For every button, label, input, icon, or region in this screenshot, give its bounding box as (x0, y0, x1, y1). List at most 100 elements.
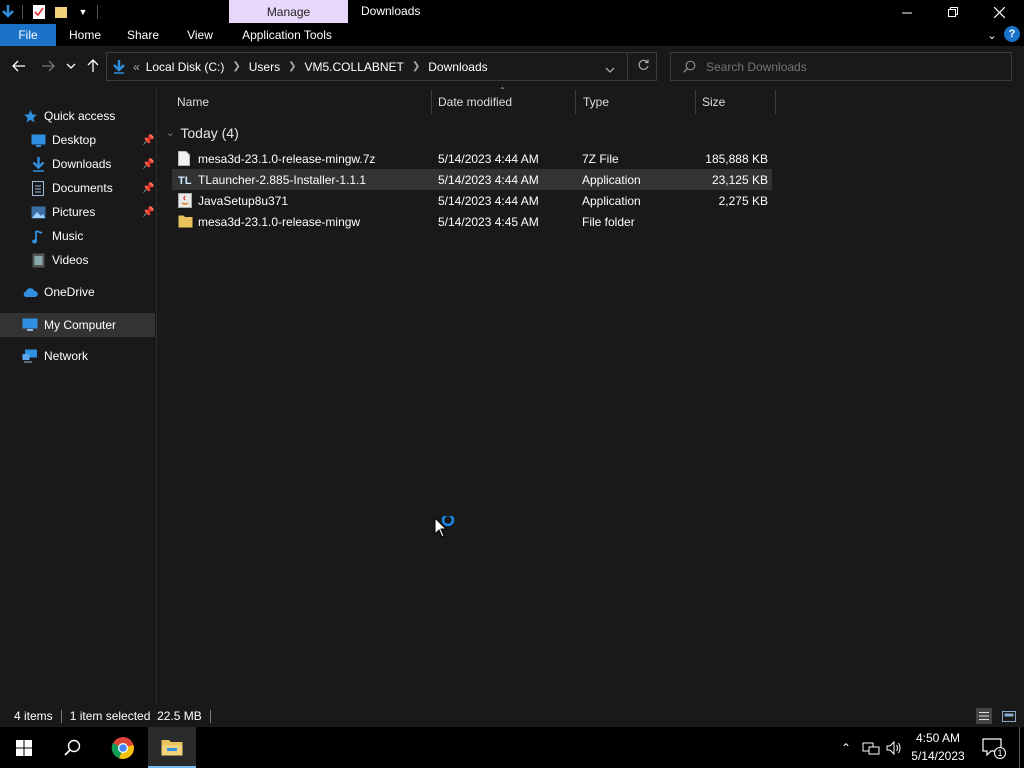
back-button[interactable] (9, 56, 29, 76)
nav-downloads[interactable]: Downloads 📌 (30, 152, 157, 176)
file-size (702, 211, 768, 232)
chevron-right-icon[interactable]: ❯ (232, 61, 240, 72)
customize-dropdown-icon[interactable]: ▼ (75, 4, 91, 20)
qat-divider (22, 5, 23, 19)
clock-date[interactable]: 5/14/2023 (908, 749, 968, 763)
nav-network[interactable]: Network (22, 344, 88, 368)
search-icon (63, 739, 80, 756)
file-size: 185,888 KB (705, 151, 768, 166)
nav-network-label: Network (44, 349, 89, 363)
nav-music-label: Music (52, 229, 84, 243)
tab-view[interactable]: View (178, 24, 222, 46)
down-arrow-icon[interactable] (0, 4, 16, 20)
pictures-icon (30, 204, 46, 220)
nav-desktop[interactable]: Desktop 📌 (30, 128, 157, 152)
pin-icon[interactable]: 📌 (142, 183, 154, 194)
table-row[interactable]: mesa3d-23.1.0-release-mingw 5/14/2023 4:… (172, 211, 772, 232)
pin-icon[interactable]: 📌 (142, 159, 154, 170)
breadcrumb-vm5[interactable]: VM5.COLLABNET (305, 60, 404, 74)
column-divider[interactable] (775, 90, 776, 114)
search-input[interactable] (704, 58, 1004, 75)
address-divider (627, 53, 628, 80)
taskbar-file-explorer[interactable] (148, 727, 196, 768)
nav-music[interactable]: Music (30, 224, 83, 248)
show-hidden-icons-icon[interactable]: ⌃ (838, 740, 854, 756)
nav-desktop-label: Desktop (52, 133, 97, 147)
address-history-icon[interactable] (605, 62, 615, 76)
restore-icon (947, 6, 958, 17)
pin-icon[interactable]: 📌 (142, 207, 154, 218)
column-divider[interactable] (431, 90, 432, 114)
new-folder-icon[interactable] (53, 4, 69, 20)
column-header-size[interactable]: Size (702, 92, 772, 112)
breadcrumb-local-disk[interactable]: Local Disk (C:) (146, 60, 225, 74)
up-button[interactable] (83, 56, 103, 76)
nav-onedrive-label: OneDrive (44, 285, 95, 299)
context-tab-manage[interactable]: Manage (229, 0, 348, 23)
group-header-today[interactable]: ⌄ Today (4) (166, 124, 239, 142)
taskbar-chrome[interactable] (99, 727, 147, 768)
status-divider (209, 709, 211, 723)
breadcrumb-downloads[interactable]: Downloads (428, 60, 487, 74)
taskbar-search-button[interactable] (48, 727, 96, 768)
tab-application-tools[interactable]: Application Tools (232, 24, 342, 46)
file-date: 5/14/2023 4:44 AM (438, 172, 539, 187)
breadcrumb-overflow[interactable]: « (133, 60, 140, 74)
column-divider[interactable] (575, 90, 576, 114)
table-row[interactable]: TL TLauncher-2.885-Installer-1.1.1 5/14/… (172, 169, 772, 190)
show-desktop-button[interactable] (1019, 727, 1024, 768)
nav-pictures[interactable]: Pictures 📌 (30, 200, 157, 224)
nav-videos[interactable]: Videos (30, 248, 88, 272)
breadcrumb-users[interactable]: Users (249, 60, 280, 74)
documents-icon (30, 180, 46, 196)
forward-arrow-icon (42, 60, 55, 72)
search-box[interactable] (670, 52, 1012, 81)
properties-icon[interactable] (31, 4, 47, 20)
chevron-right-icon[interactable]: ❯ (288, 61, 296, 72)
nav-my-computer[interactable]: My Computer (22, 313, 116, 337)
help-icon[interactable]: ? (1004, 26, 1020, 42)
archive-file-icon (178, 151, 192, 166)
volume-icon[interactable] (886, 740, 902, 759)
minimize-button[interactable] (884, 0, 930, 24)
column-header-date-modified[interactable]: Date modified (438, 92, 572, 112)
network-tray-icon[interactable] (862, 740, 880, 759)
restore-button[interactable] (930, 0, 976, 24)
tab-share[interactable]: Share (120, 24, 166, 46)
recent-locations-button[interactable] (62, 56, 80, 76)
large-icons-view-icon[interactable] (1000, 708, 1018, 724)
nav-quick-access[interactable]: Quick access (22, 104, 115, 128)
forward-button[interactable] (38, 56, 58, 76)
column-header-type[interactable]: Type (583, 92, 691, 112)
table-row[interactable]: JavaSetup8u371 5/14/2023 4:44 AM Applica… (172, 190, 772, 211)
details-view-icon[interactable] (976, 708, 992, 724)
nav-documents[interactable]: Documents 📌 (30, 176, 157, 200)
notification-center-button[interactable]: 1 (982, 738, 1006, 759)
file-size: 23,125 KB (711, 172, 768, 187)
file-date: 5/14/2023 4:44 AM (438, 151, 539, 166)
nav-videos-label: Videos (52, 253, 89, 267)
search-icon (683, 60, 696, 73)
close-button[interactable] (976, 0, 1022, 24)
address-bar[interactable]: « Local Disk (C:) ❯ Users ❯ VM5.COLLABNE… (106, 52, 657, 81)
nav-onedrive[interactable]: OneDrive (22, 280, 95, 304)
file-date: 5/14/2023 4:45 AM (438, 214, 539, 229)
collapse-chevron-icon[interactable]: ⌄ (166, 128, 174, 139)
status-bar: 4 items 1 item selected 22.5 MB (0, 705, 1024, 727)
column-divider[interactable] (695, 90, 696, 114)
column-header-name[interactable]: Name (177, 92, 427, 112)
start-button[interactable] (0, 727, 48, 768)
svg-text:TL: TL (178, 175, 192, 187)
chevron-right-icon[interactable]: ❯ (412, 61, 420, 72)
file-name: mesa3d-23.1.0-release-mingw.7z (198, 151, 376, 166)
tab-home[interactable]: Home (62, 24, 108, 46)
tab-file[interactable]: File (0, 24, 56, 46)
refresh-icon[interactable] (637, 59, 650, 75)
pin-icon[interactable]: 📌 (142, 135, 154, 146)
window-title: Downloads (361, 4, 421, 18)
mouse-pointer-busy-icon (434, 513, 460, 543)
expand-ribbon-icon[interactable]: ⌄ (984, 27, 1000, 43)
table-row[interactable]: mesa3d-23.1.0-release-mingw.7z 5/14/2023… (172, 148, 772, 169)
nav-pictures-label: Pictures (52, 205, 96, 219)
clock-time[interactable]: 4:50 AM (908, 731, 968, 745)
